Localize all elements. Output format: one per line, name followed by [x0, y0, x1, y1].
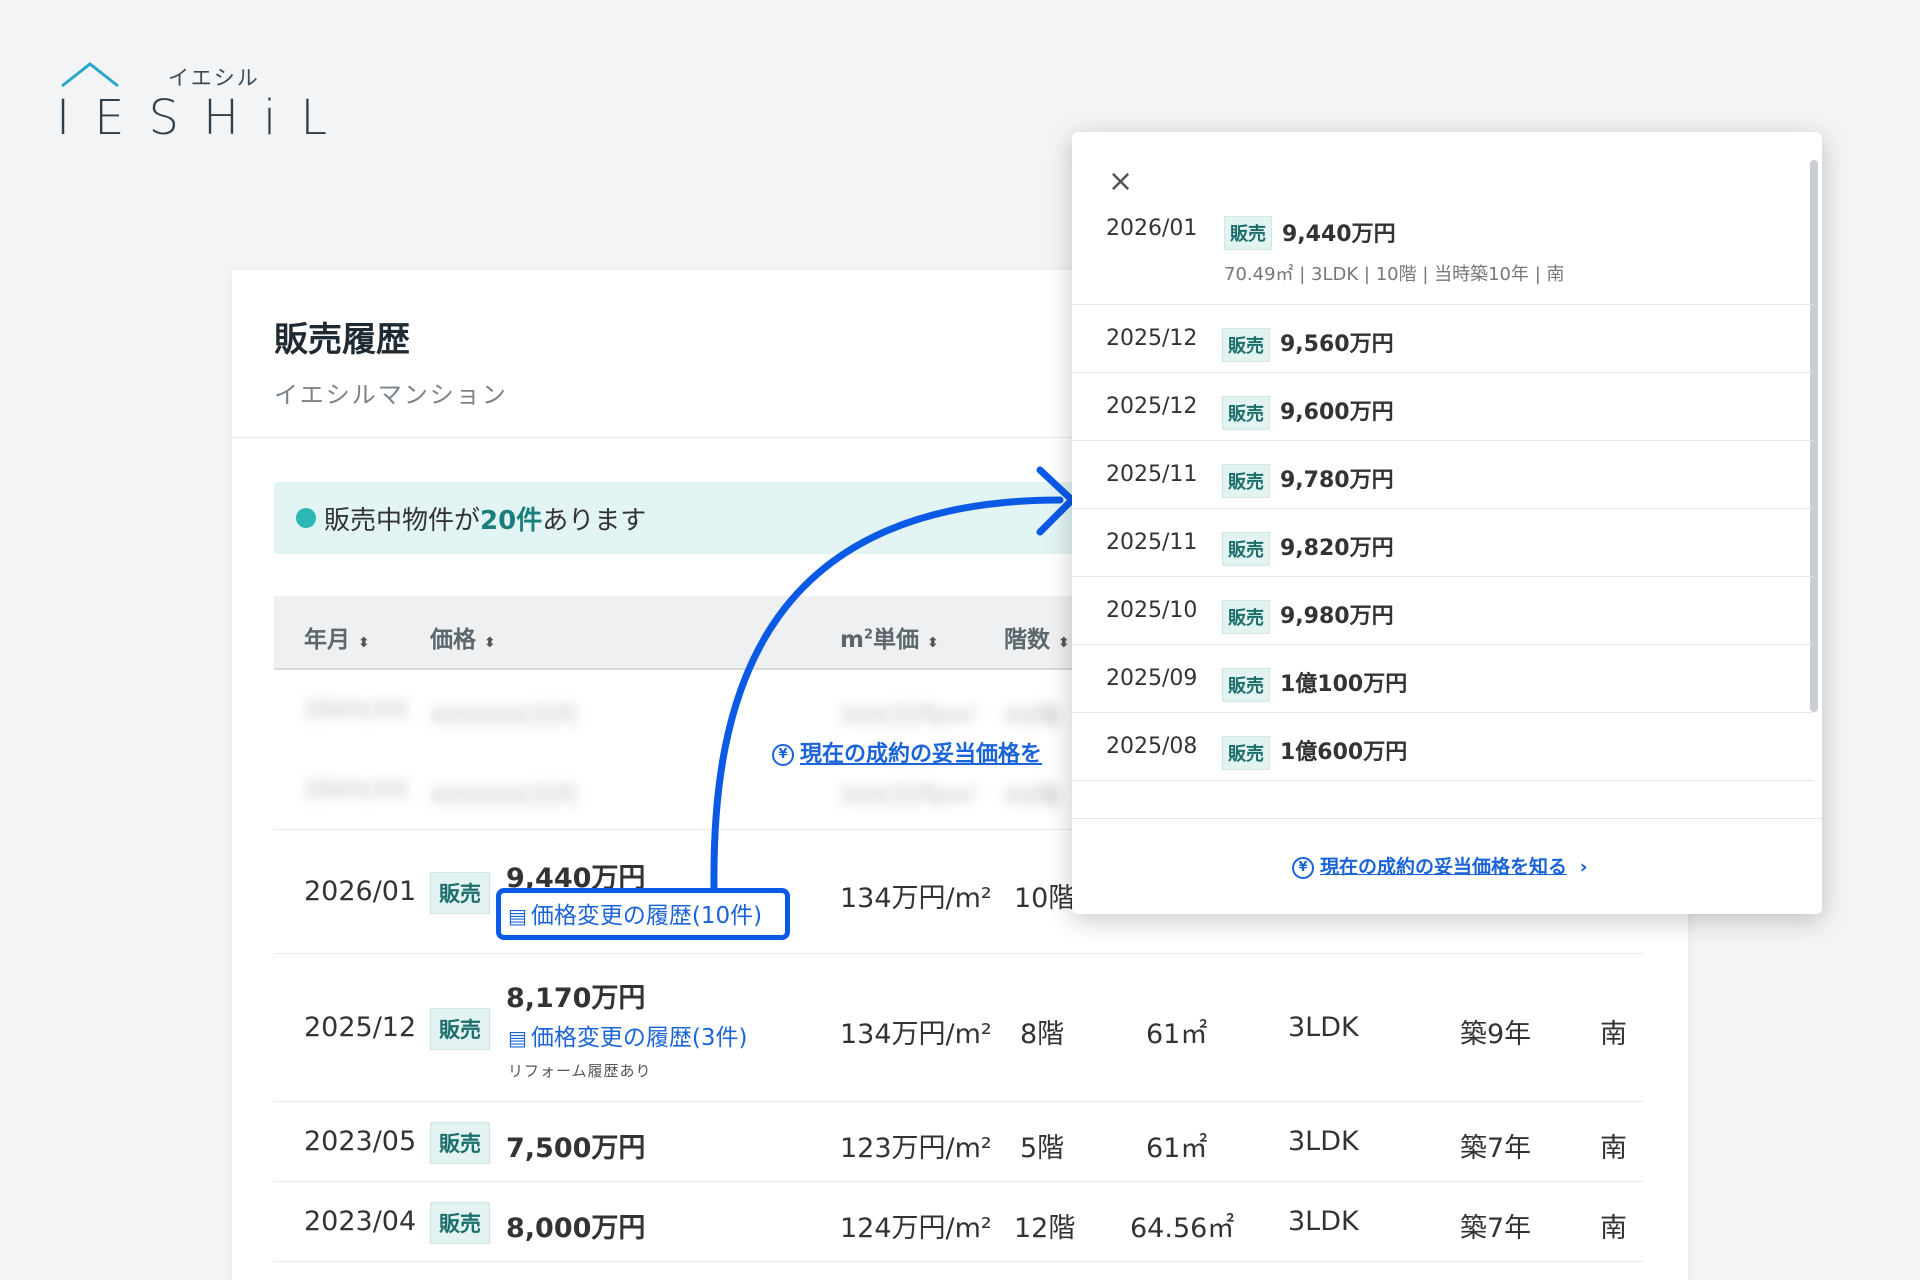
- yen-icon: ¥: [1292, 856, 1314, 879]
- th-floor[interactable]: 階数 ⬍: [1004, 620, 1070, 654]
- row-unit-price: 124万円/m²: [840, 1213, 992, 1244]
- row-layout: 3LDK: [1288, 1012, 1359, 1043]
- popup-date: 2025/08: [1106, 734, 1198, 759]
- popup-price: 1億100万円: [1280, 672, 1408, 697]
- popup-price: 9,780万円: [1280, 468, 1394, 493]
- row-date: 2023/05: [304, 1126, 417, 1157]
- row-layout: 3LDK: [1288, 1126, 1359, 1157]
- notice-suffix: あります: [542, 505, 647, 536]
- popup-date: 2025/09: [1106, 666, 1198, 691]
- chevron-right-icon: ›: [1579, 856, 1588, 878]
- row-badge: 販売: [430, 872, 490, 914]
- row-age: 築7年: [1460, 1133, 1532, 1164]
- ieshil-logo[interactable]: イエシル IESHiL: [56, 56, 327, 146]
- table-row: 2023/05 販売 7,500万円 123万円/m² 5階 61㎡ 3LDK …: [274, 1102, 1644, 1182]
- th-price[interactable]: 価格 ⬍: [430, 620, 496, 654]
- popup-date: 2025/12: [1106, 326, 1198, 351]
- appraisal-link[interactable]: ¥ 現在の成約の妥当価格を知る ›: [1292, 852, 1587, 879]
- popup-price: 9,600万円: [1280, 400, 1394, 425]
- row-floor: 8階: [1020, 1019, 1065, 1050]
- popup-date: 2026/01: [1106, 216, 1198, 241]
- popup-date: 2025/11: [1106, 462, 1198, 487]
- row-date: 2025/12: [304, 1012, 417, 1043]
- row-direction: 南: [1600, 1213, 1627, 1244]
- row-badge: 販売: [430, 1202, 490, 1244]
- row-badge: 販売: [430, 1008, 490, 1050]
- notice-prefix: 販売中物件が: [324, 505, 481, 536]
- row-area: 61㎡: [1146, 1133, 1208, 1164]
- row-unit-price: 134万円/m²: [840, 1019, 992, 1050]
- yen-icon: ¥: [772, 744, 794, 766]
- row-floor: 5階: [1020, 1133, 1065, 1164]
- logo-wordmark: IESHiL: [56, 90, 352, 146]
- row-direction: 南: [1600, 1133, 1627, 1164]
- popup-date: 2025/11: [1106, 530, 1198, 555]
- row-area: 61㎡: [1146, 1019, 1208, 1050]
- appraisal-link[interactable]: ¥ 現在の成約の妥当価格を: [772, 736, 1042, 768]
- popup-badge: 販売: [1222, 328, 1270, 362]
- row-date: 2026/01: [304, 876, 417, 907]
- row-badge: 販売: [430, 1122, 490, 1164]
- sort-icon: ⬍: [927, 635, 939, 651]
- sort-icon: ⬍: [1058, 635, 1070, 651]
- notice-count: 20件: [480, 505, 543, 536]
- highlight-frame: [496, 888, 790, 940]
- popup-price: 9,820万円: [1280, 536, 1394, 561]
- price-history-popup: × 2026/01 販売 9,440万円 70.49㎡ | 3LDK | 10階…: [1072, 132, 1822, 914]
- popup-price: 1億600万円: [1280, 740, 1408, 765]
- row-age: 築9年: [1460, 1019, 1532, 1050]
- scrollbar[interactable]: [1810, 160, 1818, 712]
- logo-kana: イエシル: [168, 66, 260, 90]
- popup-detail: 70.49㎡ | 3LDK | 10階 | 当時築10年 | 南: [1224, 264, 1565, 285]
- row-date: 2023/04: [304, 1206, 417, 1237]
- popup-badge: 販売: [1222, 736, 1270, 770]
- row-unit-price: 134万円/m²: [840, 883, 992, 914]
- row-price: 8,170万円: [506, 983, 646, 1014]
- popup-badge: 販売: [1222, 668, 1270, 702]
- popup-badge: 販売: [1224, 216, 1272, 250]
- row-price: 8,000万円: [506, 1213, 646, 1244]
- row-price: 7,500万円: [506, 1133, 646, 1164]
- th-unit-price[interactable]: m2単価 ⬍: [840, 620, 939, 654]
- popup-date: 2025/10: [1106, 598, 1198, 623]
- row-floor: 12階: [1014, 1213, 1076, 1244]
- reform-note: リフォーム履歴あり: [508, 1062, 652, 1080]
- row-floor: 10階: [1014, 883, 1076, 914]
- popup-badge: 販売: [1222, 464, 1270, 498]
- list-icon: ▤: [508, 1026, 527, 1050]
- th-date[interactable]: 年月 ⬍: [304, 620, 370, 654]
- popup-date: 2025/12: [1106, 394, 1198, 419]
- sort-icon: ⬍: [358, 635, 370, 651]
- popup-price: 9,560万円: [1280, 332, 1394, 357]
- row-layout: 3LDK: [1288, 1206, 1359, 1237]
- sort-icon: ⬍: [484, 635, 496, 651]
- row-direction: 南: [1600, 1019, 1627, 1050]
- price-history-link[interactable]: ▤ 価格変更の履歴(3件): [508, 1018, 748, 1052]
- row-unit-price: 123万円/m²: [840, 1133, 992, 1164]
- row-area: 64.56㎡: [1130, 1213, 1235, 1244]
- row-age: 築7年: [1460, 1213, 1532, 1244]
- table-row: 2025/12 販売 8,170万円 ▤ 価格変更の履歴(3件) リフォーム履歴あ…: [274, 954, 1644, 1102]
- table-row: 2023/04 販売 8,000万円 124万円/m² 12階 64.56㎡ 3…: [274, 1182, 1644, 1262]
- status-dot-icon: [296, 508, 316, 528]
- popup-badge: 販売: [1222, 600, 1270, 634]
- popup-badge: 販売: [1222, 396, 1270, 430]
- close-icon[interactable]: ×: [1108, 164, 1133, 199]
- house-roof-icon: [61, 62, 119, 88]
- popup-badge: 販売: [1222, 532, 1270, 566]
- popup-price: 9,980万円: [1280, 604, 1394, 629]
- popup-price: 9,440万円: [1282, 222, 1396, 247]
